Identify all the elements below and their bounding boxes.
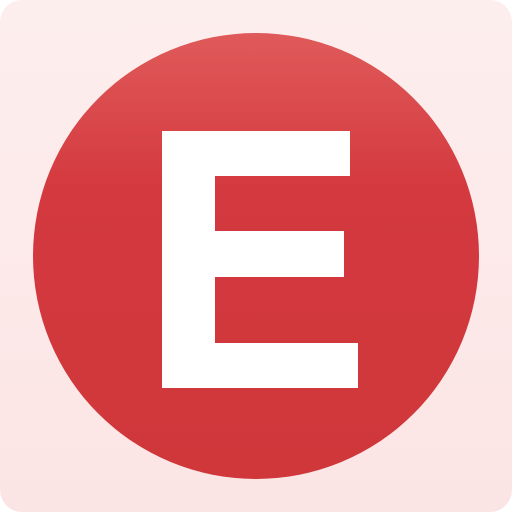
app-icon-tile (0, 0, 512, 512)
letter-badge (33, 33, 479, 479)
letter-e-glyph (162, 131, 358, 388)
